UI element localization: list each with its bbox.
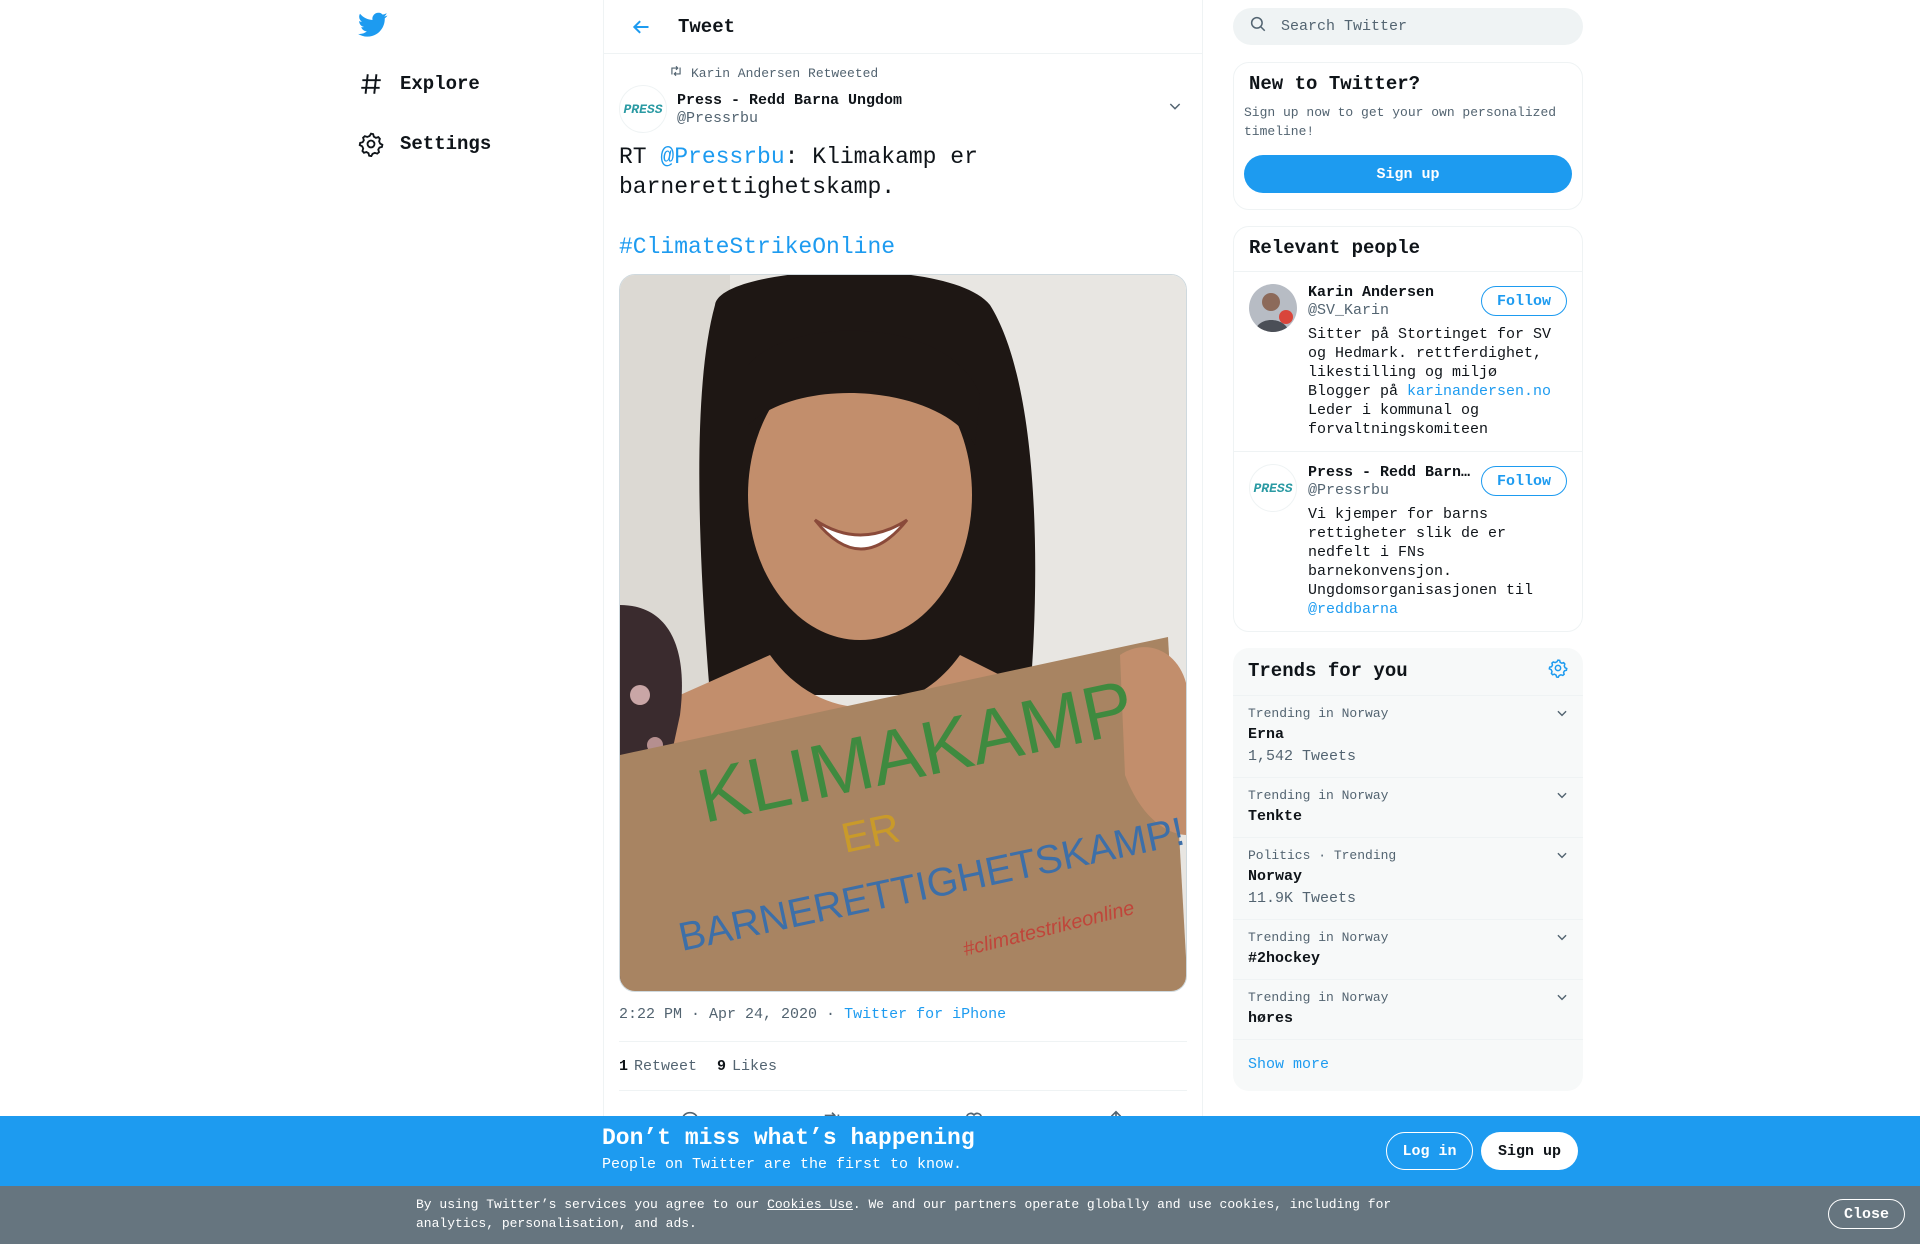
trend-context: Trending in Norway: [1248, 930, 1389, 945]
person-bio: Vi kjemper for barns rettigheter slik de…: [1308, 505, 1553, 619]
tweet-hashtag-link[interactable]: #ClimateStrikeOnline: [619, 234, 895, 260]
banner-signup-button[interactable]: Sign up: [1481, 1132, 1578, 1170]
trend-name: #2hockey: [1248, 950, 1321, 967]
person-bio-text: Vi kjemper for barns rettigheter slik de…: [1308, 506, 1534, 599]
trend-item[interactable]: Trending in Norway Tenkte: [1233, 778, 1583, 838]
trend-item[interactable]: Trending in Norway høres: [1233, 980, 1583, 1040]
tweet-source-link[interactable]: Twitter for iPhone: [844, 1006, 1006, 1023]
person-bio: Sitter på Stortinget for SV og Hedmark. …: [1308, 325, 1553, 439]
banner-title: Don’t miss what’s happening: [602, 1125, 975, 1151]
person-item[interactable]: Karin Andersen @SV_Karin Sitter på Stort…: [1234, 272, 1582, 452]
trend-context: Trending in Norway: [1248, 706, 1389, 721]
chevron-down-icon[interactable]: [1555, 788, 1569, 807]
person-bio-link[interactable]: @reddbarna: [1308, 601, 1398, 618]
avatar-logo-text: PRESS: [623, 101, 663, 117]
retweet-count[interactable]: 1: [619, 1058, 628, 1075]
cookie-bar: By using Twitter’s services you agree to…: [0, 1186, 1920, 1244]
show-more-link[interactable]: Show more: [1233, 1040, 1583, 1091]
chevron-down-icon[interactable]: [1555, 848, 1569, 867]
retweet-small-icon: [669, 64, 691, 82]
person-bio-link[interactable]: karinandersen.no: [1407, 383, 1551, 400]
relevant-people-card: Relevant people Karin Andersen @SV_Karin…: [1233, 226, 1583, 632]
tweet-timestamp[interactable]: 2:22 PM · Apr 24, 2020: [619, 1006, 817, 1023]
nav-settings[interactable]: Settings: [356, 124, 491, 164]
tweet-author: PRESS Press - Redd Barna Ungdom @Pressrb…: [619, 84, 1187, 134]
author-names[interactable]: Press - Redd Barna Ungdom @Pressrbu: [677, 92, 902, 127]
meta-separator: ·: [817, 1006, 845, 1023]
signup-card-button[interactable]: Sign up: [1244, 155, 1572, 193]
trend-name: Norway: [1248, 868, 1303, 885]
nav-settings-label: Settings: [400, 133, 492, 155]
banner-subtitle: People on Twitter are the first to know.: [602, 1156, 963, 1173]
page-title: Tweet: [678, 15, 736, 38]
trend-count: 1,542 Tweets: [1248, 748, 1357, 765]
trends-header: Trends for you: [1233, 648, 1583, 696]
person-avatar-logo-text: PRESS: [1253, 480, 1293, 496]
hashtag-icon: [356, 69, 386, 99]
trend-item[interactable]: Trending in Norway Erna 1,542 Tweets: [1233, 696, 1583, 778]
person-name: Press - Redd Barna Ungdom: [1308, 464, 1473, 481]
trend-name: høres: [1248, 1010, 1294, 1027]
signup-card-text: Sign up now to get your own personalized…: [1244, 105, 1557, 139]
person-name: Karin Andersen: [1308, 284, 1435, 301]
new-to-twitter-card: New to Twitter? Sign up now to get your …: [1233, 62, 1583, 210]
chevron-down-icon[interactable]: [1555, 930, 1569, 949]
author-handle: @Pressrbu: [677, 109, 759, 127]
photo-illustration: KLIMAKAMP ER BARNERETTIGHETSKAMP! #clima…: [620, 275, 1186, 991]
trend-context: Trending in Norway: [1248, 788, 1389, 803]
person-bio-text-end: Leder i kommunal og forvaltningskomiteen: [1308, 402, 1489, 438]
tweet-stats: 1 Retweet 9 Likes: [619, 1041, 1187, 1091]
sidebar-right: Search Twitter New to Twitter? Sign up n…: [1233, 0, 1583, 1091]
nav-explore-label: Explore: [400, 73, 480, 95]
cookies-use-link[interactable]: Cookies Use: [767, 1197, 853, 1212]
trend-item[interactable]: Politics · Trending Norway 11.9K Tweets: [1233, 838, 1583, 920]
trend-name: Tenkte: [1248, 808, 1303, 825]
trend-context: Politics · Trending: [1248, 848, 1397, 863]
tweet-photo[interactable]: KLIMAKAMP ER BARNERETTIGHETSKAMP! #clima…: [619, 274, 1187, 992]
signup-banner: Don’t miss what’s happening People on Tw…: [0, 1116, 1920, 1186]
retweeted-by-label: Karin Andersen Retweeted: [691, 65, 879, 81]
column-header: Tweet: [604, 0, 1202, 54]
search-input[interactable]: Search Twitter: [1281, 18, 1407, 35]
twitter-bird-icon[interactable]: [358, 12, 390, 42]
person-avatar[interactable]: [1249, 284, 1297, 332]
cookie-text: By using Twitter’s services you agree to…: [416, 1195, 1436, 1233]
trend-context: Trending in Norway: [1248, 990, 1389, 1005]
follow-button[interactable]: Follow: [1481, 286, 1567, 316]
person-avatar[interactable]: PRESS: [1249, 464, 1297, 512]
tweet-column: Tweet Karin Andersen Retweeted PRESS Pre…: [603, 0, 1203, 1244]
chevron-down-icon[interactable]: [1555, 706, 1569, 725]
tweet-text-prefix: RT: [619, 144, 661, 170]
trends-title: Trends for you: [1248, 659, 1408, 682]
person-item[interactable]: PRESS Press - Redd Barna Ungdom @Pressrb…: [1234, 452, 1582, 631]
search-box[interactable]: Search Twitter: [1233, 8, 1583, 45]
chevron-down-icon[interactable]: [1555, 990, 1569, 1009]
trends-card: Trends for you Trending in Norway Erna 1…: [1233, 648, 1583, 1091]
login-button[interactable]: Log in: [1386, 1132, 1473, 1170]
signup-card-title: New to Twitter?: [1249, 73, 1421, 95]
nav-explore[interactable]: Explore: [356, 64, 480, 104]
gear-icon[interactable]: [1548, 658, 1568, 683]
search-icon: [1249, 15, 1267, 38]
retweet-count-label[interactable]: Retweet: [634, 1058, 697, 1075]
cookie-close-button[interactable]: Close: [1828, 1199, 1905, 1229]
arrow-left-icon[interactable]: [624, 10, 658, 44]
tweet-meta: 2:22 PM · Apr 24, 2020 · Twitter for iPh…: [619, 1006, 1187, 1041]
tweet: Karin Andersen Retweeted PRESS Press - R…: [604, 65, 1202, 1135]
tweet-mention-link[interactable]: @Pressrbu: [660, 144, 784, 170]
retweeted-by[interactable]: Karin Andersen Retweeted: [669, 65, 1187, 81]
author-avatar[interactable]: PRESS: [619, 85, 667, 133]
trend-name: Erna: [1248, 726, 1285, 743]
gear-icon: [356, 129, 386, 159]
cookie-text-start: By using Twitter’s services you agree to…: [416, 1197, 768, 1212]
people-card-title: Relevant people: [1234, 227, 1582, 272]
like-count-label[interactable]: Likes: [732, 1058, 777, 1075]
chevron-down-icon[interactable]: [1167, 98, 1183, 119]
follow-button[interactable]: Follow: [1481, 466, 1567, 496]
trend-count: 11.9K Tweets: [1248, 890, 1357, 907]
author-name: Press - Redd Barna Ungdom: [677, 91, 903, 109]
tweet-text: RT @Pressrbu: Klimakamp er barnerettighe…: [619, 142, 1187, 262]
trend-item[interactable]: Trending in Norway #2hockey: [1233, 920, 1583, 980]
like-count[interactable]: 9: [717, 1058, 726, 1075]
